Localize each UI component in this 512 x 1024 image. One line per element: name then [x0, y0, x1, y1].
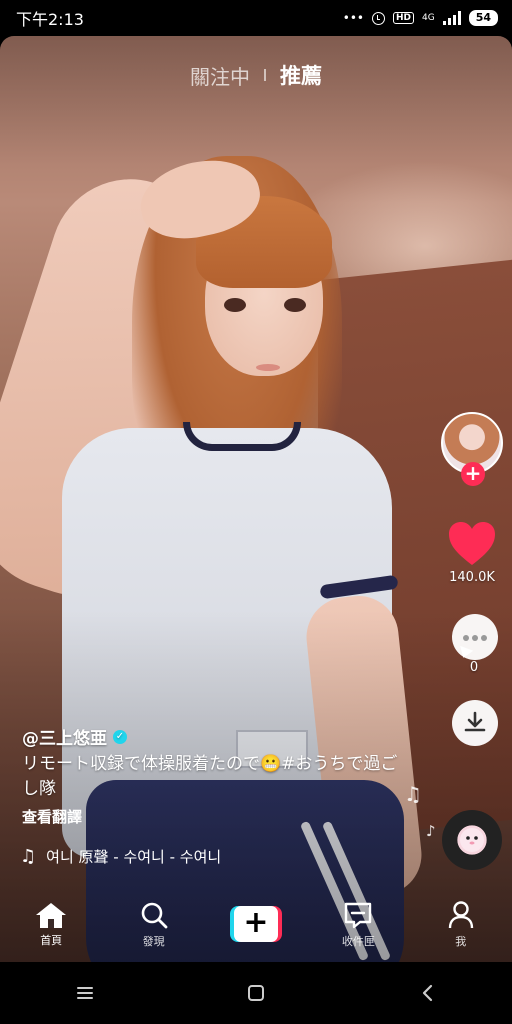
nav-inbox-label: 收件匣 [341, 934, 375, 948]
comment-count: 0 [469, 660, 479, 675]
system-menu-button[interactable] [65, 973, 105, 1013]
status-bar: 下午2:13 ••• HD 4G 54 [0, 0, 512, 36]
profile-icon[interactable] [447, 900, 475, 930]
translate-link[interactable]: 查看翻譯 [22, 806, 82, 827]
status-time: 下午2:13 [16, 10, 84, 29]
nav-inbox[interactable]: 收件匣 [318, 900, 398, 949]
signal-icon [442, 11, 461, 25]
system-home-button[interactable] [236, 973, 276, 1013]
music-note-icon: ♫ [20, 846, 37, 867]
comment-dot [472, 635, 478, 641]
create-plus-icon[interactable]: + [229, 906, 282, 942]
nav-create[interactable]: + [216, 906, 296, 942]
download-icon[interactable] [462, 710, 488, 736]
disc-cover [460, 828, 484, 852]
music-disc-icon[interactable] [442, 810, 502, 870]
menu-icon[interactable] [76, 985, 94, 1001]
inbox-icon[interactable] [343, 900, 373, 930]
tab-divider [264, 69, 266, 81]
username-text[interactable]: @三上悠亜 [22, 724, 107, 749]
network-type: 4G [421, 13, 435, 23]
search-icon[interactable] [139, 900, 169, 930]
more-dots-icon: ••• [342, 11, 364, 25]
post-caption[interactable]: リモート収録で体操服着たので😬#おうちで過ごし隊 [22, 752, 402, 802]
home-icon[interactable] [34, 901, 68, 929]
like-button[interactable] [447, 520, 497, 568]
nav-discover[interactable]: 發現 [114, 900, 194, 949]
floating-note-icon: ♫ [404, 782, 422, 806]
create-btn-face: + [233, 906, 278, 942]
screen: 下午2:13 ••• HD 4G 54 關注中 推薦 + 140.0K 0 ♫ … [0, 0, 512, 1024]
plus-icon[interactable]: + [461, 462, 485, 486]
download-button[interactable] [452, 700, 498, 746]
creator-username[interactable]: @三上悠亜 ✓ [22, 724, 127, 749]
comment-dot [463, 635, 469, 641]
verified-icon: ✓ [113, 729, 127, 744]
nav-profile[interactable]: 我 [421, 900, 501, 949]
tab-following[interactable]: 關注中 [190, 61, 250, 90]
square-home-icon[interactable] [247, 984, 265, 1002]
comment-dot [481, 635, 487, 641]
battery-level: 54 [468, 10, 498, 26]
tab-recommended[interactable]: 推薦 [280, 60, 322, 90]
creator-avatar-button[interactable]: + [441, 412, 503, 486]
system-nav-bar [0, 962, 512, 1024]
heart-icon[interactable] [447, 520, 497, 568]
alarm-clock-icon [371, 11, 385, 25]
bottom-nav: 首頁 發現 + 收件匣 我 [0, 886, 512, 962]
like-count: 140.0K [449, 570, 495, 585]
status-icons: ••• HD 4G 54 [343, 10, 498, 26]
nav-home-label: 首頁 [40, 933, 63, 947]
floating-note-icon: ♪ [426, 822, 436, 840]
hd-badge: HD [392, 12, 414, 24]
music-info[interactable]: ♫ 여니 原聲 - 수여니 - 수여니 [20, 846, 221, 867]
nav-discover-label: 發現 [142, 934, 165, 948]
nav-profile-label: 我 [455, 934, 467, 948]
nav-home[interactable]: 首頁 [11, 901, 91, 948]
back-chevron-icon[interactable] [420, 984, 434, 1002]
feed-tabs: 關注中 推薦 [0, 60, 512, 90]
battery-icon: 54 [468, 10, 498, 26]
system-back-button[interactable] [407, 973, 447, 1013]
music-title[interactable]: 여니 原聲 - 수여니 - 수여니 [46, 846, 221, 867]
